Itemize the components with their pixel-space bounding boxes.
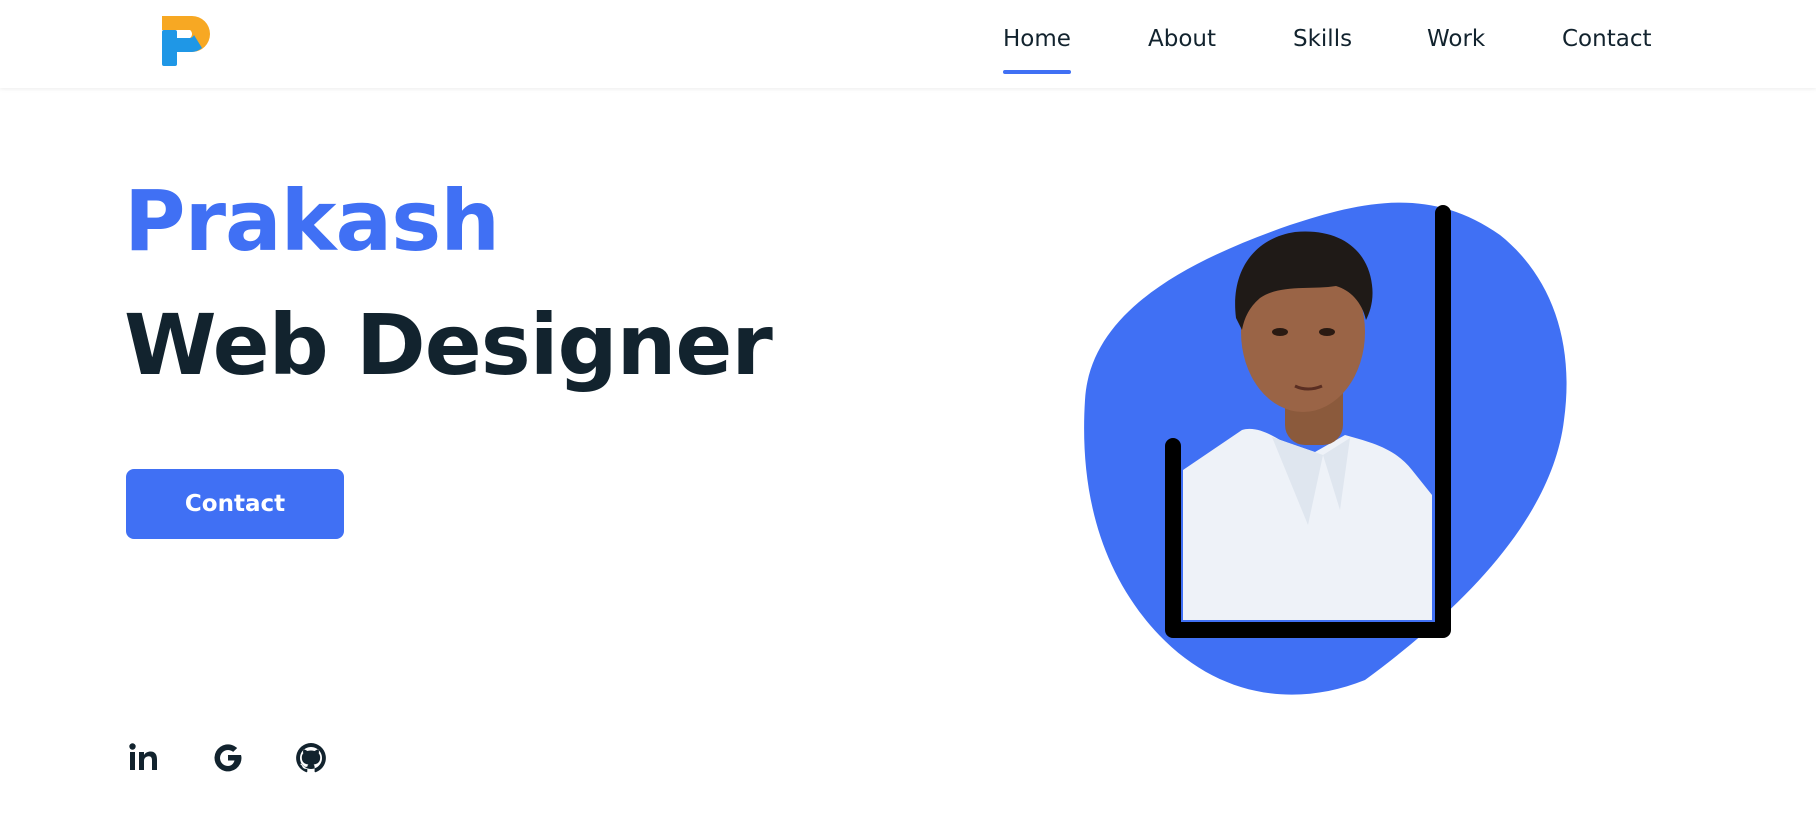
p-logo-icon <box>162 16 210 66</box>
nav-about[interactable]: About <box>1148 26 1216 52</box>
google-link[interactable] <box>210 740 246 776</box>
google-icon <box>214 744 242 772</box>
profile-photo <box>1084 202 1567 695</box>
linkedin-icon <box>129 743 157 770</box>
contact-button[interactable]: Contact <box>126 469 344 539</box>
site-logo[interactable] <box>158 12 214 68</box>
linkedin-link[interactable] <box>126 740 162 776</box>
github-icon <box>296 743 326 773</box>
nav-work[interactable]: Work <box>1427 26 1485 52</box>
nav-contact[interactable]: Contact <box>1562 26 1651 52</box>
nav-skills[interactable]: Skills <box>1293 26 1352 52</box>
hero-role: Web Designer <box>124 296 773 394</box>
nav-home[interactable]: Home <box>1003 26 1071 74</box>
github-link[interactable] <box>293 740 329 776</box>
hero-name: Prakash <box>124 172 500 270</box>
hero-illustration <box>1040 190 1580 710</box>
site-header: Home About Skills Work Contact <box>0 0 1816 88</box>
